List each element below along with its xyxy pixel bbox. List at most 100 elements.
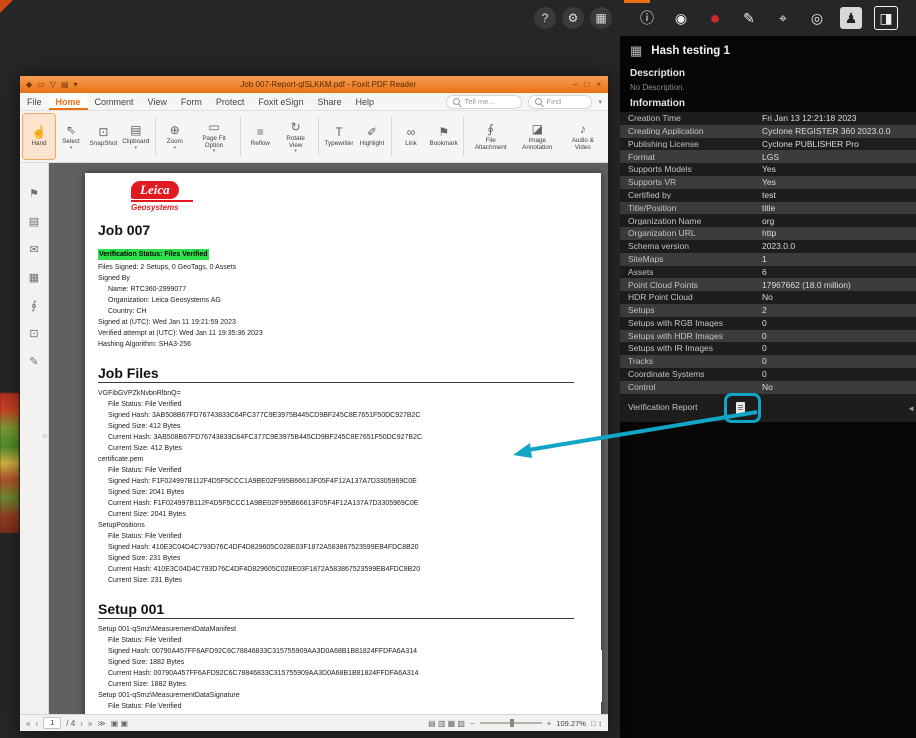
find-input[interactable]: Find	[528, 94, 593, 109]
info-row: Setups with RGB Images 0	[620, 316, 916, 330]
snapshot-tool[interactable]: ⊡ SnapShot	[87, 114, 120, 159]
streetview-icon[interactable]: ♟	[840, 7, 862, 29]
rotate-view-tool[interactable]: ↻ Rotate View ▾	[276, 114, 315, 159]
info-row-value: 1	[762, 253, 767, 264]
close-button[interactable]: ×	[596, 80, 601, 89]
title-bar[interactable]: ◆ ▭ ▽ ▤ ▾ Job 007-Report-qlSLKKM.pdf - Foxit…	[20, 76, 608, 93]
page-layout-icon[interactable]: ▦	[448, 719, 458, 728]
menu-tab-comment[interactable]: Comment	[88, 93, 141, 110]
file-attachment-tool[interactable]: ∮ File Attachment	[467, 114, 514, 159]
view-history-button[interactable]: ≫	[97, 719, 105, 728]
reflow-tool[interactable]: ≡ Reflow	[244, 114, 276, 159]
attachments-panel-icon[interactable]: ∮	[31, 299, 37, 312]
tell-me-input[interactable]: Tell me...	[446, 94, 523, 109]
capture-icon[interactable]: ◎	[806, 7, 828, 29]
info-row: Certified by test	[620, 188, 916, 202]
typewriter-tool[interactable]: T Typewriter	[322, 114, 356, 159]
setup-heading: Setup 001	[98, 601, 165, 617]
record-icon[interactable]: ●	[704, 7, 726, 29]
menu-tab-share[interactable]: Share	[310, 93, 348, 110]
clipboard-icon: ▤	[130, 123, 142, 138]
menu-tab-help[interactable]: Help	[348, 93, 381, 110]
panel-toggle-icon[interactable]: ◨	[874, 6, 898, 30]
hand-tool[interactable]: ☝ Hand	[22, 113, 56, 160]
open-file-icon[interactable]: ▭	[37, 80, 45, 89]
edit-icon[interactable]: ✎	[738, 7, 760, 29]
file-name: Setup 001-qSmz\MeasurementDataSignature	[98, 692, 240, 699]
fit-view-icon[interactable]: ↕	[598, 719, 602, 728]
report-document-icon[interactable]	[736, 401, 745, 414]
panel-collapse-handle[interactable]: ◄	[907, 404, 915, 413]
info-row-value: 2	[762, 305, 767, 316]
info-row-value: 6	[762, 266, 767, 277]
layers-panel-icon[interactable]: ▦	[29, 271, 39, 284]
first-page-button[interactable]: «	[26, 719, 30, 728]
prev-page-button[interactable]: ‹	[35, 719, 38, 728]
zoom-tool[interactable]: ⊕ Zoom ▾	[159, 114, 191, 159]
menu-tab-view[interactable]: View	[141, 93, 174, 110]
settings-icon[interactable]: ⚙	[562, 7, 584, 29]
apps-icon[interactable]: ▦	[590, 7, 612, 29]
job-info-line: Verified attempt at (UTC): Wed Jan 11 19…	[98, 330, 263, 337]
page-layout-icon[interactable]: ▧	[457, 719, 465, 728]
info-icon[interactable]: ⓘ	[636, 7, 658, 29]
pages-panel-icon[interactable]: ▤	[29, 215, 39, 228]
clipboard-view-icon[interactable]: ▣	[120, 719, 128, 728]
menu-bar: File Home Comment View Form Protect Foxit eSig…	[20, 93, 608, 111]
menu-tab-home[interactable]: Home	[48, 93, 88, 110]
security-panel-icon[interactable]: ⊡	[29, 327, 38, 340]
fit-view-icon[interactable]: □	[591, 719, 598, 728]
document-area[interactable]: Leica Geosystems Job 007 Verification St…	[49, 163, 608, 714]
page-fit-option-tool[interactable]: ▭ Page Fit Option ▾	[191, 114, 238, 159]
file-detail-line: Signed Size: 412 Bytes	[108, 423, 181, 430]
qat-caret-icon[interactable]: ▾	[73, 80, 77, 89]
info-row-label: Assets	[628, 267, 654, 277]
menu-tab-file[interactable]: File	[20, 93, 49, 110]
zoom-slider[interactable]	[479, 719, 542, 727]
menu-tab-protect[interactable]: Protect	[209, 93, 252, 110]
job-info-line: Name: RTC360-2999077	[108, 286, 187, 293]
sidebar-expand-arrow[interactable]: ▶	[43, 432, 48, 440]
select-tool[interactable]: ⇖ Select ▾	[55, 114, 87, 159]
zoom-slider-thumb[interactable]	[509, 719, 514, 727]
pin-icon[interactable]: ⌖	[772, 7, 794, 29]
last-page-button[interactable]: »	[88, 719, 92, 728]
page-layout-icon[interactable]: ▥	[438, 719, 448, 728]
zoom-in-button[interactable]: +	[547, 719, 552, 728]
bookmark-tool[interactable]: ⚑ Bookmark	[427, 114, 460, 159]
leica-logo-subtext: Geosystems	[131, 200, 193, 212]
comments-panel-icon[interactable]: ✉	[29, 243, 38, 256]
maximize-button[interactable]: □	[584, 80, 589, 89]
signature-panel-icon[interactable]: ✎	[29, 355, 38, 368]
information-section-label: Information	[630, 98, 685, 109]
menu-tab-form[interactable]: Form	[174, 93, 209, 110]
next-page-button[interactable]: ›	[80, 719, 83, 728]
audio-video-tool[interactable]: ♪ Audio & Video	[561, 114, 605, 159]
foxit-logo-icon[interactable]: ◆	[26, 80, 32, 89]
highlight-tool[interactable]: ✐ Highlight	[356, 114, 388, 159]
panel-title: Hash testing 1	[651, 45, 730, 57]
hash-grid-icon: ▦	[630, 43, 643, 58]
ribbon-collapse-icon[interactable]: ▾	[598, 98, 608, 106]
menu-tab-foxit-esign[interactable]: Foxit eSign	[251, 93, 310, 110]
zoom-out-button[interactable]: −	[470, 719, 475, 728]
save-icon[interactable]: ▽	[50, 80, 56, 89]
link-tool[interactable]: ∞ Link	[395, 114, 427, 159]
desktop: { "colors":{ "accent_orange":"#ea7114", …	[0, 0, 916, 738]
print-icon[interactable]: ▤	[61, 80, 69, 89]
eye-icon[interactable]: ◉	[670, 7, 692, 29]
page-number-input[interactable]: 1	[43, 717, 62, 729]
clipboard-tool[interactable]: ▤ Clipboard ▾	[120, 114, 152, 159]
toolbar-separator	[463, 117, 465, 156]
rotate-view-label: Rotate View	[286, 134, 305, 149]
pdf-page: Leica Geosystems Job 007 Verification St…	[85, 173, 601, 714]
minimize-button[interactable]: –	[573, 80, 577, 89]
job-info-line: Files Signed: 2 Setups, 0 GeoTags, 0 Ass…	[98, 264, 237, 271]
help-icon[interactable]: ?	[534, 7, 556, 29]
image-annotation-tool[interactable]: ◪ Image Annotation	[514, 114, 561, 159]
window-body: ⚑ ▤ ✉ ▦ ∮ ⊡ ✎ Leica Geosystems Job 007 Verific…	[20, 163, 608, 714]
highlight-icon: ✐	[367, 125, 378, 140]
info-row: Assets 6	[620, 265, 916, 279]
page-layout-icon[interactable]: ▤	[428, 719, 438, 728]
bookmarks-panel-icon[interactable]: ⚑	[29, 187, 39, 200]
